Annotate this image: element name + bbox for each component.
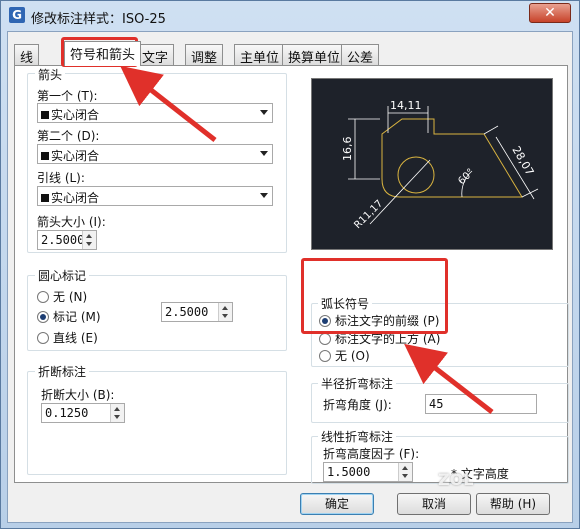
second-arrow-select[interactable]: 实心闭合	[37, 144, 273, 164]
arrow-swatch-icon	[41, 152, 49, 160]
preview-part-outline	[381, 118, 523, 198]
app-logo-icon: G	[9, 7, 25, 23]
dialog-client-area: 线 符号和箭头 文字 调整 主单位 换算单位 公差 箭头 第一个 (T): 实心…	[7, 31, 573, 523]
preview-drawing: 14,11 16,6 28,07 60° R11,17	[341, 99, 539, 231]
dim-text-top: 14,11	[390, 99, 422, 112]
arc-prefix-label: 标注文字的前缀 (P)	[335, 314, 440, 328]
center-mark-none-radio[interactable]: 无 (N)	[37, 288, 87, 305]
arrow-size-value: 2.5000	[41, 233, 85, 247]
first-arrow-label: 第一个 (T):	[37, 89, 98, 103]
center-mark-line-radio[interactable]: 直线 (E)	[37, 329, 98, 346]
radio-icon	[37, 291, 49, 303]
radio-icon	[37, 332, 49, 344]
arrow-size-label: 箭头大小 (I):	[37, 215, 106, 229]
dimension-preview: 14,11 16,6 28,07 60° R11,17	[311, 78, 553, 250]
dim-text-left: 16,6	[341, 137, 354, 162]
jog-height-value: 1.5000	[327, 465, 371, 479]
arc-above-radio[interactable]: 标注文字的上方 (A)	[319, 330, 440, 347]
center-mark-line-label: 直线 (E)	[53, 331, 98, 345]
jog-height-stepper[interactable]: 1.5000	[323, 462, 413, 482]
tab-fit[interactable]: 调整	[185, 44, 224, 66]
close-button[interactable]: ✕	[529, 3, 571, 23]
tab-primary-units[interactable]: 主单位	[234, 44, 286, 66]
center-mark-mark-radio[interactable]: 标记 (M)	[37, 308, 101, 325]
dim-text-right: 28,07	[509, 144, 536, 178]
arc-none-label: 无 (O)	[335, 349, 370, 363]
tab-tolerances[interactable]: 公差	[341, 44, 380, 66]
center-mark-size-value: 2.5000	[165, 305, 209, 319]
ok-button[interactable]: 确定	[300, 493, 374, 515]
arc-none-radio[interactable]: 无 (O)	[319, 347, 370, 364]
chevron-down-icon	[260, 193, 268, 198]
spin-up-icon[interactable]	[222, 306, 228, 310]
jog-angle-label: 折弯角度 (J):	[323, 398, 392, 412]
radio-icon	[319, 333, 331, 345]
dialog-window: G 修改标注样式：ISO-25 ✕ 线 符号和箭头 文字 调整 主单位 换算单位…	[0, 0, 580, 529]
arrow-swatch-icon	[41, 194, 49, 202]
arc-length-group-title: 弧长符号	[318, 295, 373, 312]
first-arrow-value: 实心闭合	[51, 108, 100, 122]
spin-up-icon[interactable]	[402, 466, 408, 470]
break-size-label: 折断大小 (B):	[41, 388, 115, 402]
radio-selected-icon	[319, 315, 331, 327]
leader-arrow-value: 实心闭合	[51, 191, 100, 205]
arrow-size-stepper[interactable]: 2.5000	[37, 230, 97, 250]
radio-icon	[319, 350, 331, 362]
spin-down-icon[interactable]	[114, 415, 120, 419]
jog-angle-input[interactable]: 45	[425, 394, 537, 414]
second-arrow-label: 第二个 (D):	[37, 129, 100, 143]
tab-alternate-units[interactable]: 换算单位	[282, 44, 347, 66]
leader-arrow-label: 引线 (L):	[37, 171, 85, 185]
text-height-unit: * 文字高度	[451, 467, 509, 481]
dim-break-group-title: 折断标注	[35, 363, 90, 380]
dim-text-radius: R11,17	[352, 198, 385, 231]
window-title: 修改标注样式：ISO-25	[31, 12, 166, 27]
dim-text-angle: 60°	[456, 167, 476, 187]
break-size-stepper[interactable]: 0.1250	[41, 403, 125, 423]
arrow-swatch-icon	[41, 111, 49, 119]
chevron-down-icon	[260, 151, 268, 156]
spin-up-icon[interactable]	[86, 234, 92, 238]
spin-down-icon[interactable]	[86, 242, 92, 246]
center-mark-none-label: 无 (N)	[53, 290, 88, 304]
arrowheads-group-title: 箭头	[35, 66, 66, 83]
break-size-value: 0.1250	[45, 406, 89, 420]
spin-down-icon[interactable]	[222, 314, 228, 318]
chevron-down-icon	[260, 110, 268, 115]
help-button[interactable]: 帮助 (H)	[476, 493, 550, 515]
title-bar[interactable]: G 修改标注样式：ISO-25 ✕	[1, 1, 579, 31]
jog-height-label: 折弯高度因子 (F):	[323, 447, 420, 461]
first-arrow-select[interactable]: 实心闭合	[37, 103, 273, 123]
radius-jog-group-title: 半径折弯标注	[318, 375, 397, 392]
tab-text[interactable]: 文字	[136, 44, 175, 66]
center-mark-size-stepper[interactable]: 2.5000	[161, 302, 233, 322]
tab-lines[interactable]: 线	[14, 44, 40, 66]
radio-selected-icon	[37, 311, 49, 323]
linear-jog-group-title: 线性折弯标注	[318, 428, 397, 445]
center-mark-mark-label: 标记 (M)	[53, 310, 101, 324]
spin-down-icon[interactable]	[402, 474, 408, 478]
arc-above-label: 标注文字的上方 (A)	[335, 332, 441, 346]
cancel-button[interactable]: 取消	[397, 493, 471, 515]
center-marks-group-title: 圆心标记	[35, 267, 90, 284]
second-arrow-value: 实心闭合	[51, 149, 100, 163]
spin-up-icon[interactable]	[114, 407, 120, 411]
tab-page: 箭头 第一个 (T): 实心闭合 第二个 (D): 实心闭合 引线 (L): 实…	[14, 65, 569, 484]
leader-arrow-select[interactable]: 实心闭合	[37, 186, 273, 206]
tab-symbols-arrows[interactable]: 符号和箭头	[64, 41, 142, 66]
arc-prefix-radio[interactable]: 标注文字的前缀 (P)	[319, 312, 439, 329]
